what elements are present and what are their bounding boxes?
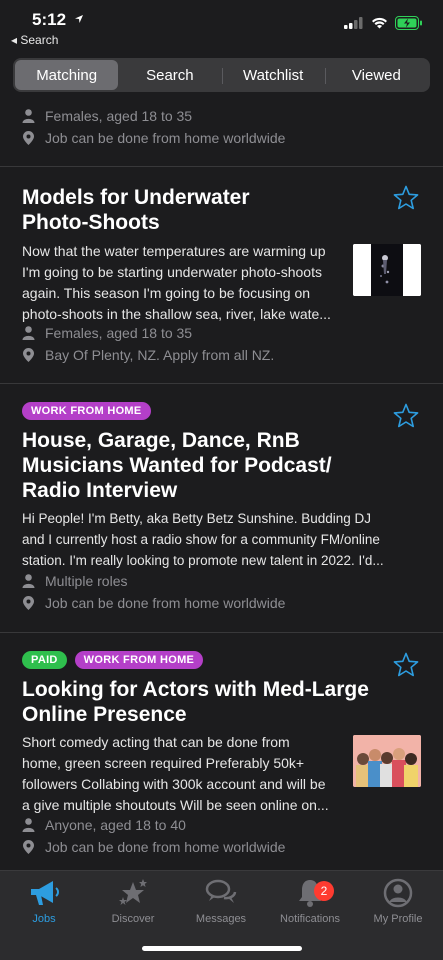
listing-person-text: Multiple roles: [45, 573, 128, 589]
star-icon[interactable]: [393, 403, 419, 429]
listing-badges: PAID WORK FROM HOME: [22, 651, 204, 669]
work-from-home-badge: WORK FROM HOME: [22, 402, 151, 420]
listing-title: Looking for Actors with Med-Large Online…: [22, 678, 369, 726]
tab-matching[interactable]: Matching: [15, 60, 119, 90]
nav-jobs[interactable]: Jobs: [0, 877, 88, 925]
home-indicator: [142, 946, 302, 951]
nav-my-profile[interactable]: My Profile: [354, 877, 442, 925]
location-arrow-icon: [75, 15, 83, 23]
listing-badges: WORK FROM HOME: [22, 402, 151, 420]
location-pin-icon: [23, 840, 34, 854]
job-listing-card[interactable]: Females, aged 18 to 35 Job can be done f…: [0, 96, 443, 167]
listing-location-meta: Bay Of Plenty, NZ. Apply from all NZ.: [22, 347, 274, 363]
listing-location-meta: Job can be done from home worldwide: [22, 839, 285, 855]
paid-badge: PAID: [22, 651, 67, 669]
battery-charging-icon: [395, 16, 422, 30]
listing-person-meta: Females, aged 18 to 35: [22, 325, 192, 341]
listing-location-meta: Job can be done from home worldwide: [22, 130, 285, 146]
chat-bubbles-icon: [205, 879, 237, 903]
nav-notifications[interactable]: 2 Notifications: [266, 877, 354, 925]
listing-thumbnail: [353, 244, 421, 296]
listing-description: Hi People! I'm Betty, aka Betty Betz Sun…: [22, 511, 384, 568]
listing-person-meta: Anyone, aged 18 to 40: [22, 817, 186, 833]
tab-watchlist[interactable]: Watchlist: [221, 60, 325, 90]
listing-person-meta: Females, aged 18 to 35: [22, 108, 192, 124]
profile-icon: [383, 878, 413, 908]
person-icon: [22, 574, 35, 588]
status-time: 5:12: [32, 10, 67, 29]
listing-title: Models for Underwater Photo-Shoots: [22, 186, 250, 234]
stars-icon: [119, 879, 147, 905]
group-photo-image: [353, 735, 421, 787]
listing-location-text: Bay Of Plenty, NZ. Apply from all NZ.: [45, 347, 275, 363]
location-pin-icon: [23, 131, 34, 145]
megaphone-icon: [31, 881, 59, 905]
listing-person-text: Females, aged 18 to 35: [45, 108, 193, 124]
star-icon[interactable]: [393, 652, 419, 678]
notification-count-badge: 2: [314, 881, 334, 901]
nav-notifications-label: Notifications: [280, 913, 340, 925]
listing-person-meta: Multiple roles: [22, 573, 127, 589]
person-icon: [22, 109, 35, 123]
listing-location-text: Job can be done from home worldwide: [45, 595, 286, 611]
back-to-app-link[interactable]: ◂ Search: [11, 33, 58, 47]
nav-my-profile-label: My Profile: [373, 913, 423, 925]
location-pin-icon: [23, 596, 34, 610]
listing-title: House, Garage, Dance, RnB Musicians Want…: [22, 429, 332, 502]
segmented-tabs: Matching Search Watchlist Viewed: [13, 58, 430, 92]
job-listing-card[interactable]: WORK FROM HOME House, Garage, Dance, RnB…: [0, 384, 443, 633]
tab-viewed[interactable]: Viewed: [324, 60, 428, 90]
job-listing-card[interactable]: Models for Underwater Photo-Shoots Now t…: [0, 167, 443, 384]
listing-thumbnail: [353, 735, 421, 787]
location-pin-icon: [23, 348, 34, 362]
underwater-photo-image: [353, 244, 421, 296]
job-listing-card[interactable]: PAID WORK FROM HOME Looking for Actors w…: [0, 633, 443, 870]
person-icon: [22, 818, 35, 832]
cellular-signal-icon: [344, 17, 363, 29]
nav-jobs-label: Jobs: [32, 913, 56, 925]
listing-person-text: Females, aged 18 to 35: [45, 325, 193, 341]
listing-person-text: Anyone, aged 18 to 40: [45, 817, 186, 833]
listing-location-meta: Job can be done from home worldwide: [22, 595, 285, 611]
status-bar: 5:12 ◂ Search: [0, 0, 443, 54]
listing-description: Now that the water temperatures are warm…: [22, 243, 331, 322]
job-feed: Females, aged 18 to 35 Job can be done f…: [0, 96, 443, 870]
nav-discover-label: Discover: [111, 913, 155, 925]
star-icon[interactable]: [393, 185, 419, 211]
nav-messages[interactable]: Messages: [177, 877, 265, 925]
nav-messages-label: Messages: [195, 913, 247, 925]
listing-description: Short comedy acting that can be done fro…: [22, 734, 329, 813]
nav-discover[interactable]: Discover: [89, 877, 177, 925]
wifi-icon: [372, 17, 387, 29]
work-from-home-badge: WORK FROM HOME: [74, 651, 204, 669]
person-icon: [22, 326, 35, 340]
tab-search[interactable]: Search: [118, 60, 221, 90]
listing-location-text: Job can be done from home worldwide: [45, 130, 286, 146]
listing-location-text: Job can be done from home worldwide: [45, 839, 286, 855]
